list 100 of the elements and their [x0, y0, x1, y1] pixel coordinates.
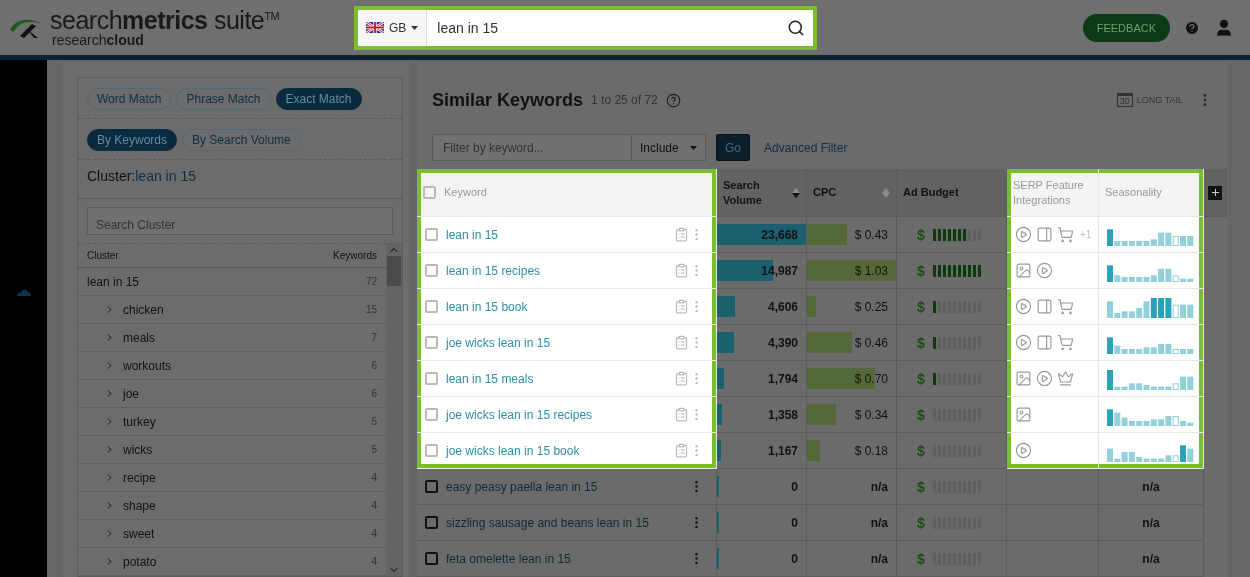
- add-column-button[interactable]: [1208, 185, 1222, 200]
- scroll-thumb[interactable]: [387, 256, 401, 286]
- go-button[interactable]: Go: [716, 134, 750, 162]
- column-header: Keywords: [333, 250, 377, 261]
- caret-icon: [411, 25, 419, 30]
- image-icon: [1015, 262, 1032, 279]
- match-tab[interactable]: Exact Match: [275, 88, 362, 110]
- cluster-row[interactable]: sweet 4: [78, 520, 386, 548]
- checkbox[interactable]: [425, 372, 438, 385]
- checkbox[interactable]: [425, 336, 438, 349]
- column-header: Ad Budget: [903, 185, 959, 200]
- cart-icon: [1057, 298, 1074, 315]
- panel-icon: [1036, 226, 1053, 243]
- scrollbar[interactable]: [386, 244, 402, 576]
- cpc-value: $ 0.70: [854, 371, 888, 386]
- budget-symbol: $: [917, 334, 925, 351]
- cpc-value: $ 0.34: [854, 407, 888, 422]
- cluster-search-field[interactable]: Search Cluster: [87, 207, 393, 235]
- cluster-row[interactable]: recipe 4: [78, 464, 386, 492]
- checkbox[interactable]: [425, 480, 438, 493]
- cpc-value: $ 0.43: [854, 227, 888, 242]
- help-icon[interactable]: [1184, 19, 1200, 36]
- play-icon: [1015, 298, 1032, 315]
- column-header: Keyword: [444, 185, 487, 200]
- budget-symbol: $: [917, 514, 925, 531]
- play-icon: [1015, 226, 1032, 243]
- cluster-title: Cluster:lean in 15: [78, 160, 402, 199]
- cpc-value: n/a: [870, 479, 888, 494]
- cpc-value: n/a: [870, 551, 888, 566]
- clipboard-icon[interactable]: [674, 299, 689, 314]
- column-header: Cluster: [87, 250, 119, 261]
- country-dropdown[interactable]: GB: [358, 9, 428, 46]
- cpc-value: n/a: [870, 515, 888, 530]
- seasonality-value: n/a: [1142, 551, 1160, 566]
- more-count: +1: [1080, 229, 1092, 240]
- budget-symbol: $: [917, 442, 925, 459]
- play-icon: [1036, 262, 1053, 279]
- search-volume: 23,668: [761, 227, 798, 242]
- column-header: Seasonality: [1105, 185, 1162, 200]
- clipboard-icon[interactable]: [674, 335, 689, 350]
- cluster-row[interactable]: potato 4: [78, 548, 386, 576]
- checkbox[interactable]: [425, 408, 438, 421]
- sort-icon[interactable]: [792, 186, 800, 199]
- user-icon[interactable]: [1214, 17, 1234, 38]
- cpc-value: $ 0.18: [854, 443, 888, 458]
- column-header: CPC: [813, 185, 837, 200]
- keyword-link[interactable]: feta omelette lean in 15: [446, 551, 689, 566]
- cluster-row[interactable]: shape 4: [78, 492, 386, 520]
- play-icon: [1015, 334, 1032, 351]
- play-icon: [1015, 442, 1032, 459]
- feedback-button[interactable]: FEEDBACK: [1082, 13, 1170, 42]
- search-volume: 1,167: [767, 443, 798, 458]
- search-volume: 0: [791, 479, 798, 494]
- seasonality-value: n/a: [1142, 515, 1160, 530]
- budget-symbol: $: [917, 298, 925, 315]
- search-icon[interactable]: [787, 18, 805, 37]
- budget-symbol: $: [917, 478, 925, 495]
- clipboard-icon[interactable]: [674, 263, 689, 278]
- budget-symbol: $: [917, 550, 925, 567]
- seasonality-value: n/a: [1142, 479, 1160, 494]
- checkbox[interactable]: [425, 516, 438, 529]
- panel-icon: [1036, 334, 1053, 351]
- clipboard-icon[interactable]: [674, 407, 689, 422]
- checkbox[interactable]: [423, 186, 436, 199]
- image-icon: [1015, 370, 1032, 387]
- keyword-link[interactable]: sizzling sausage and beans lean in 15: [446, 515, 689, 530]
- cart-icon: [1057, 334, 1074, 351]
- page-title: Similar Keywords: [432, 89, 584, 111]
- cloud-icon: [15, 288, 32, 296]
- checkbox[interactable]: [425, 264, 438, 277]
- clipboard-icon[interactable]: [674, 443, 689, 458]
- search-volume: 0: [791, 515, 798, 530]
- cpc-value: $ 0.25: [854, 299, 888, 314]
- image-icon: [1015, 406, 1032, 423]
- caret-icon: [690, 145, 697, 150]
- flag-icon: [366, 22, 384, 33]
- cluster-row[interactable]: lean in 15 72: [78, 268, 386, 296]
- clipboard-icon[interactable]: [674, 371, 689, 386]
- search-volume: 0: [791, 551, 798, 566]
- budget-symbol: $: [917, 226, 925, 243]
- checkbox[interactable]: [425, 228, 438, 241]
- search-volume: 1,794: [767, 371, 798, 386]
- cart-icon: [1057, 226, 1074, 243]
- clipboard-icon[interactable]: [674, 227, 689, 242]
- column-header: SERP Feature Integrations: [1013, 178, 1085, 207]
- include-dropdown[interactable]: Include: [632, 134, 706, 162]
- filter-field[interactable]: Filter by keyword...: [432, 134, 632, 162]
- budget-symbol: $: [917, 262, 925, 279]
- checkbox[interactable]: [425, 300, 438, 313]
- result-range: 1 to 25 of 72: [591, 93, 658, 108]
- view-tab[interactable]: By Keywords: [87, 129, 178, 151]
- logo-text: searchmetrics suite$^{TM}$ researchcloud: [50, 8, 280, 47]
- search-volume: 4,606: [767, 299, 798, 314]
- cpc-value: $ 0.46: [854, 335, 888, 350]
- checkbox[interactable]: [425, 444, 438, 457]
- play-icon: [1036, 370, 1053, 387]
- keyword-link[interactable]: easy peasy paella lean in 15: [446, 479, 689, 494]
- advanced-filter-link[interactable]: Advanced Filter: [764, 140, 848, 155]
- checkbox[interactable]: [425, 552, 438, 565]
- help-icon[interactable]: [665, 92, 681, 108]
